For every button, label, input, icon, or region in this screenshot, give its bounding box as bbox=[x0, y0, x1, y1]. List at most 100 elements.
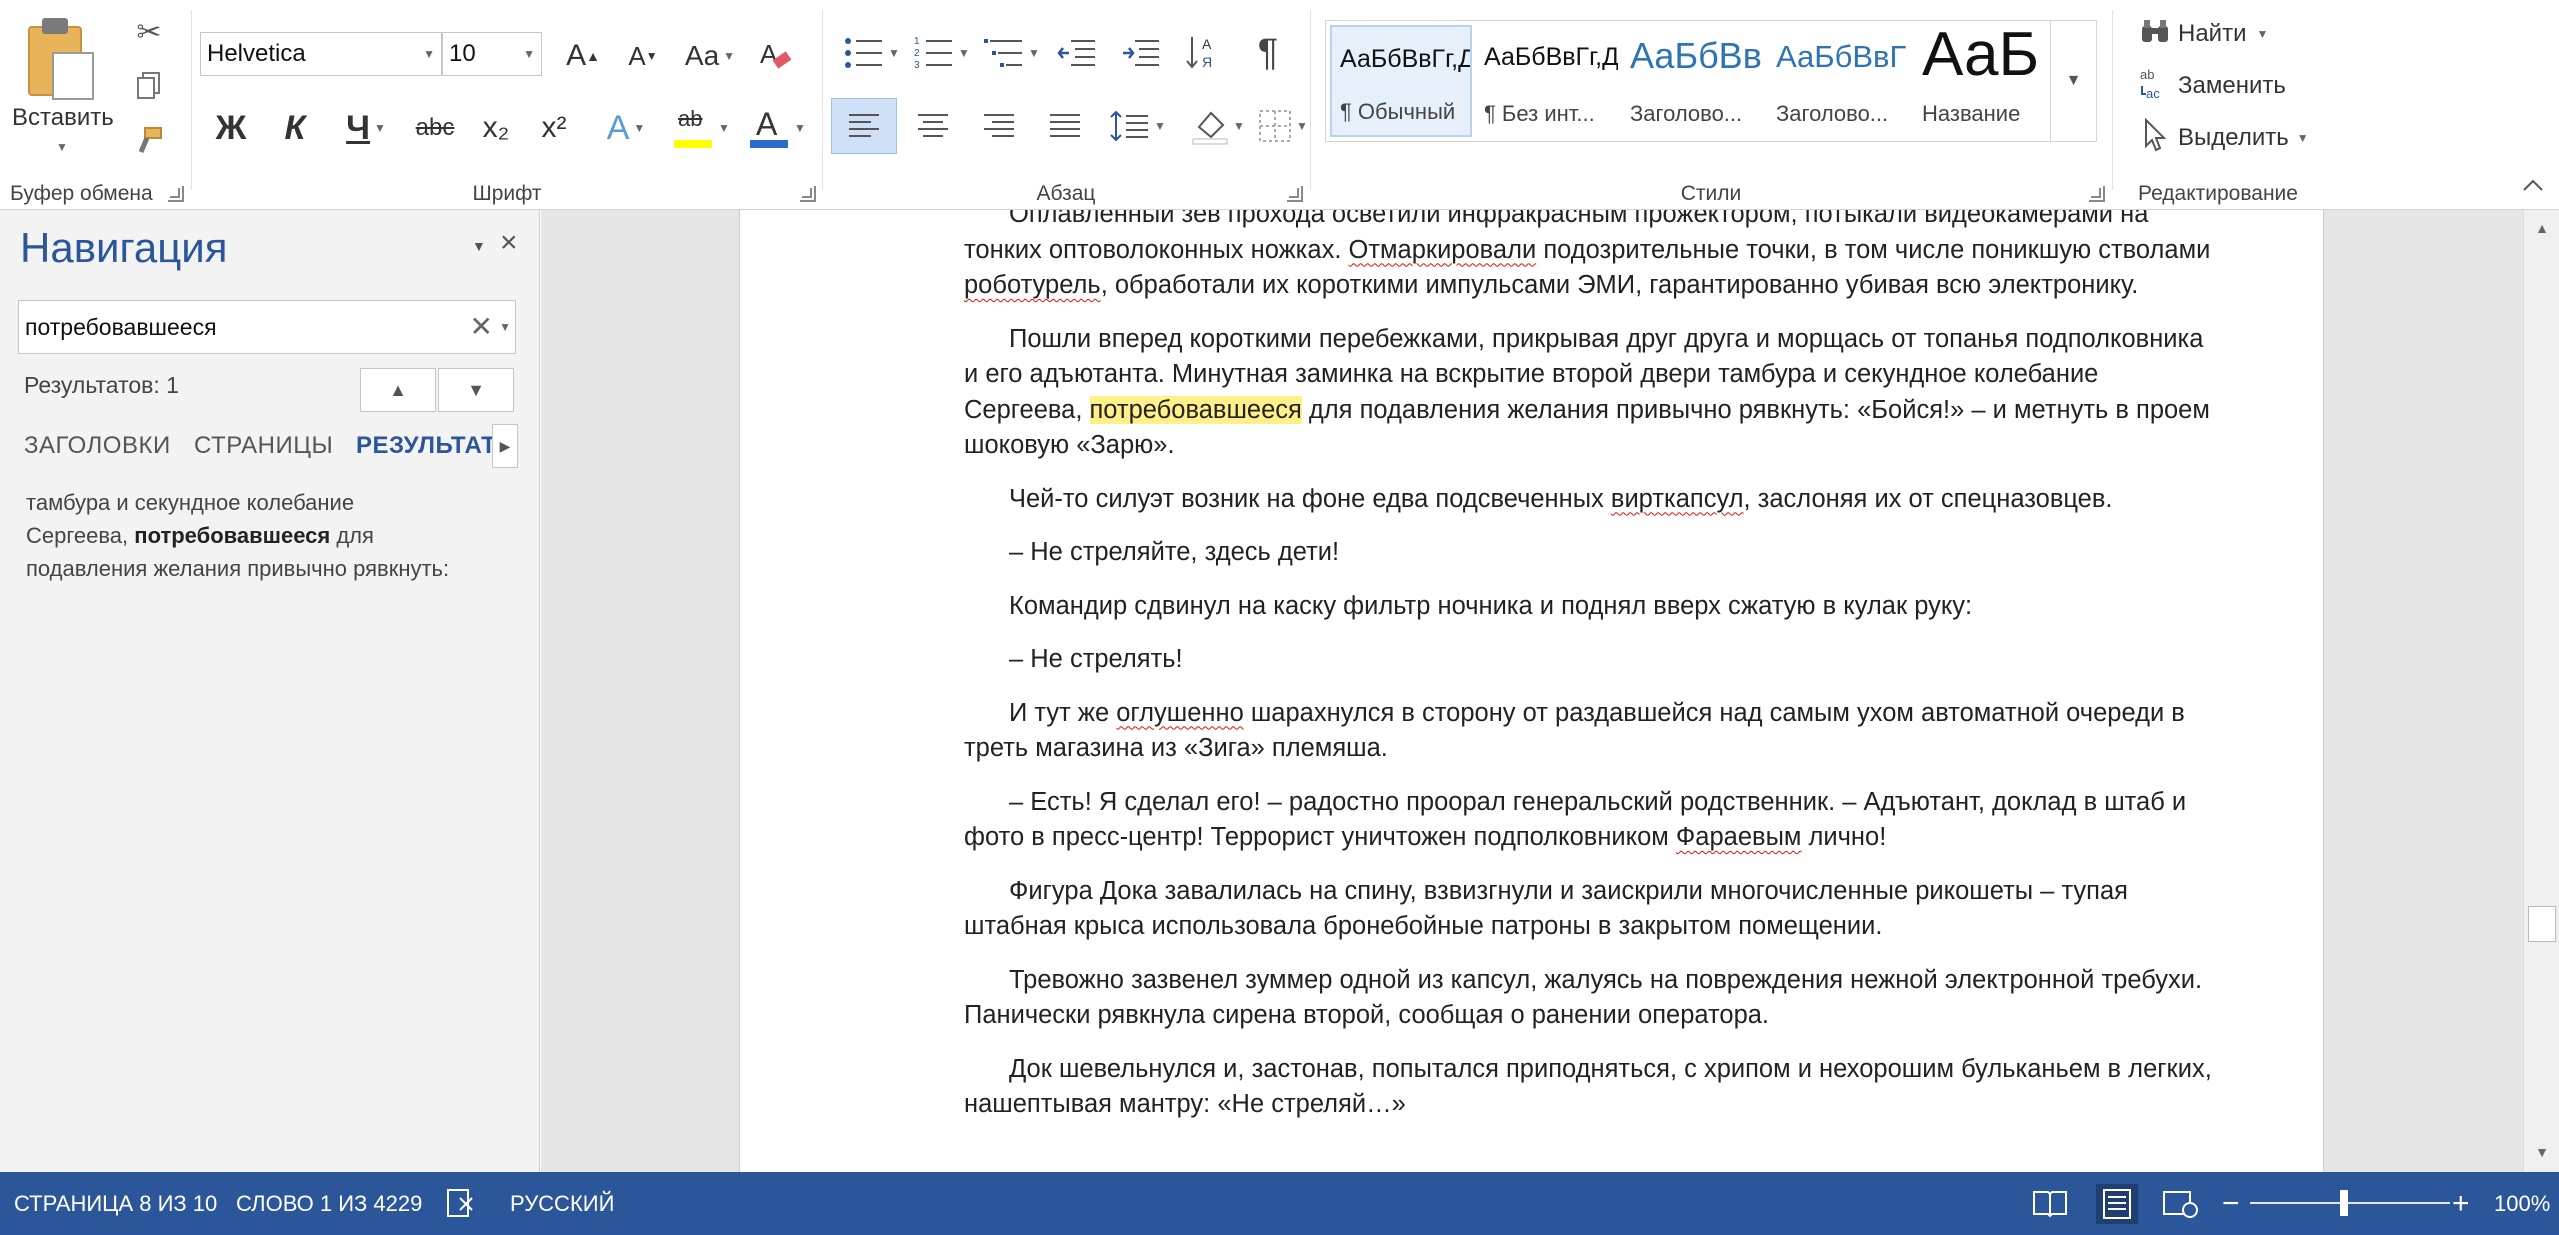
svg-text:Я: Я bbox=[1202, 54, 1212, 70]
highlight-color-icon[interactable]: ab ▼ bbox=[670, 102, 734, 154]
align-right-icon[interactable] bbox=[969, 98, 1029, 154]
italic-button[interactable]: К bbox=[274, 102, 316, 154]
sort-icon[interactable]: АЯ bbox=[1181, 28, 1231, 78]
scrollbar-thumb[interactable] bbox=[2528, 906, 2556, 942]
close-icon[interactable]: × bbox=[500, 226, 518, 260]
styles-more-icon[interactable]: ▼ bbox=[2050, 21, 2096, 141]
clear-search-icon[interactable]: ✕ bbox=[470, 301, 493, 353]
shrink-font-button[interactable]: A ▼ bbox=[620, 30, 666, 82]
previous-result-button[interactable]: ▲ bbox=[360, 368, 436, 412]
vertical-scrollbar[interactable]: ▲ ▼ bbox=[2523, 210, 2559, 1172]
cut-icon[interactable]: ✂ bbox=[132, 16, 166, 50]
style-heading-1[interactable]: АаБбВв Заголово... bbox=[1622, 25, 1764, 137]
numbering-icon[interactable]: 1 2 3 ▼ bbox=[909, 28, 975, 78]
paste-icon[interactable] bbox=[28, 18, 94, 100]
paragraph: – Не стрелять! bbox=[1009, 645, 1183, 673]
svg-text:1: 1 bbox=[914, 36, 920, 47]
paragraph: – Есть! Я сделал его! – радостно проорал… bbox=[964, 787, 2187, 852]
paste-button[interactable]: Вставить bbox=[12, 104, 114, 132]
style-heading-2[interactable]: АаБбВвГ Заголово... bbox=[1768, 25, 1910, 137]
binoculars-icon bbox=[2140, 18, 2178, 51]
borders-icon[interactable]: ▼ bbox=[1251, 98, 1315, 154]
style-no-spacing[interactable]: АаБбВвГг,Д ¶ Без инт... bbox=[1476, 25, 1618, 137]
editing-group-label: Редактирование bbox=[2138, 182, 2298, 205]
show-formatting-button[interactable]: ¶ bbox=[1243, 28, 1293, 78]
svg-text:ab: ab bbox=[2140, 67, 2154, 82]
paragraph: Тревожно зазвенел зуммер одной из капсул… bbox=[964, 965, 2203, 1030]
align-left-icon[interactable] bbox=[831, 98, 897, 154]
copy-icon[interactable] bbox=[132, 70, 166, 104]
proofing-icon[interactable] bbox=[446, 1188, 480, 1218]
read-mode-icon[interactable] bbox=[2032, 1188, 2067, 1218]
scroll-up-icon[interactable]: ▲ bbox=[2530, 216, 2554, 240]
search-input[interactable]: потребовавшееся ✕ ▼ bbox=[18, 300, 516, 354]
zoom-in-button[interactable]: + bbox=[2452, 1172, 2470, 1235]
subscript-button[interactable]: x₂ bbox=[474, 102, 518, 154]
zoom-out-button[interactable]: − bbox=[2222, 1172, 2240, 1235]
superscript-button[interactable]: x² bbox=[532, 102, 576, 154]
line-spacing-icon[interactable]: ▼ bbox=[1103, 98, 1173, 154]
print-layout-icon[interactable] bbox=[2096, 1184, 2138, 1224]
underline-button[interactable]: Ч ▼ bbox=[334, 102, 398, 154]
paragraph: Оплавленный зев прохода осветили инфракр… bbox=[964, 210, 2211, 299]
style-normal[interactable]: АаБбВвГг,Д ¶ Обычный bbox=[1330, 25, 1472, 137]
format-painter-icon[interactable] bbox=[132, 126, 166, 160]
font-color-icon[interactable]: A ▼ bbox=[746, 102, 810, 154]
font-size-combo[interactable]: 10 ▼ bbox=[442, 32, 542, 76]
collapse-ribbon-icon[interactable] bbox=[2522, 178, 2546, 202]
paragraph: Док шевельнулся и, застонав, попытался п… bbox=[964, 1054, 2212, 1119]
find-label: Найти bbox=[2178, 20, 2247, 47]
increase-indent-icon[interactable] bbox=[1113, 28, 1169, 78]
search-result-item[interactable]: тамбура и секундное колебание Сергеева, … bbox=[26, 486, 456, 585]
scroll-down-icon[interactable]: ▼ bbox=[2530, 1140, 2554, 1164]
shading-icon[interactable]: ▼ bbox=[1183, 98, 1253, 154]
paragraph-launcher-icon[interactable] bbox=[1287, 186, 1303, 202]
zoom-level[interactable]: 100% bbox=[2494, 1172, 2550, 1235]
tab-results-label: РЕЗУЛЬТАТЫ bbox=[356, 432, 492, 459]
align-center-icon[interactable] bbox=[903, 98, 963, 154]
zoom-slider[interactable] bbox=[2250, 1202, 2450, 1204]
tab-pages[interactable]: СТРАНИЦЫ bbox=[194, 432, 333, 460]
find-button[interactable]: Найти ▼ bbox=[2140, 14, 2268, 54]
replace-button[interactable]: ab ac Заменить bbox=[2140, 66, 2286, 106]
tab-headings[interactable]: ЗАГОЛОВКИ bbox=[24, 432, 171, 460]
page-indicator[interactable]: СТРАНИЦА 8 ИЗ 10 bbox=[14, 1172, 217, 1235]
cursor-arrow-icon bbox=[2140, 117, 2178, 159]
justify-icon[interactable] bbox=[1035, 98, 1095, 154]
style-name: Заголово... bbox=[1630, 101, 1743, 126]
zoom-slider-thumb[interactable] bbox=[2340, 1190, 2348, 1216]
font-launcher-icon[interactable] bbox=[800, 186, 816, 202]
select-button[interactable]: Выделить ▼ bbox=[2140, 117, 2309, 159]
paragraph: Командир сдвинул на каску фильтр ночника… bbox=[1009, 591, 1973, 620]
font-name-combo[interactable]: Helvetica ▼ bbox=[200, 32, 442, 76]
clipboard-launcher-icon[interactable] bbox=[168, 186, 184, 202]
decrease-indent-icon[interactable] bbox=[1049, 28, 1105, 78]
style-preview: АаБбВв bbox=[1630, 35, 1762, 76]
document-body[interactable]: Оплавленный зев прохода осветили инфракр… bbox=[964, 210, 2220, 1141]
document-page[interactable]: Оплавленный зев прохода осветили инфракр… bbox=[739, 210, 2324, 1172]
paragraph: Фигура Дока завалилась на спину, взвизгн… bbox=[964, 876, 2128, 941]
tabs-scroll-right-icon[interactable]: ▶ bbox=[492, 424, 518, 468]
paragraph-group: ▼ 1 2 3 ▼ ▼ АЯ ¶ ▼ ▼ ▼ Абзац bbox=[823, 0, 1309, 210]
grow-font-button[interactable]: A ▲ bbox=[560, 30, 606, 82]
styles-launcher-icon[interactable] bbox=[2089, 186, 2105, 202]
word-count[interactable]: СЛОВО 1 ИЗ 4229 bbox=[236, 1172, 422, 1235]
nav-options-icon[interactable]: ▼ bbox=[472, 238, 486, 254]
multilevel-list-icon[interactable]: ▼ bbox=[979, 28, 1045, 78]
tab-results[interactable]: РЕЗУЛЬТАТЫ bbox=[356, 432, 492, 460]
bullets-icon[interactable]: ▼ bbox=[839, 28, 905, 78]
search-dropdown-icon[interactable]: ▼ bbox=[499, 301, 511, 353]
text-effects-icon[interactable]: A ▼ bbox=[596, 102, 656, 154]
change-case-button[interactable]: Aa ▼ bbox=[680, 30, 740, 82]
results-count: Результатов: 1 bbox=[24, 372, 179, 398]
language-indicator[interactable]: РУССКИЙ bbox=[510, 1172, 614, 1235]
style-title[interactable]: АаБ Название bbox=[1914, 20, 2056, 137]
svg-text:ac: ac bbox=[2146, 86, 2160, 100]
bold-button[interactable]: Ж bbox=[210, 102, 252, 154]
web-layout-icon[interactable] bbox=[2162, 1188, 2198, 1218]
replace-label: Заменить bbox=[2178, 72, 2286, 99]
strikethrough-button[interactable]: abc bbox=[410, 102, 460, 154]
paste-dropdown-icon[interactable]: ▼ bbox=[56, 140, 68, 154]
clear-formatting-icon[interactable]: A bbox=[752, 30, 798, 82]
next-result-button[interactable]: ▼ bbox=[438, 368, 514, 412]
